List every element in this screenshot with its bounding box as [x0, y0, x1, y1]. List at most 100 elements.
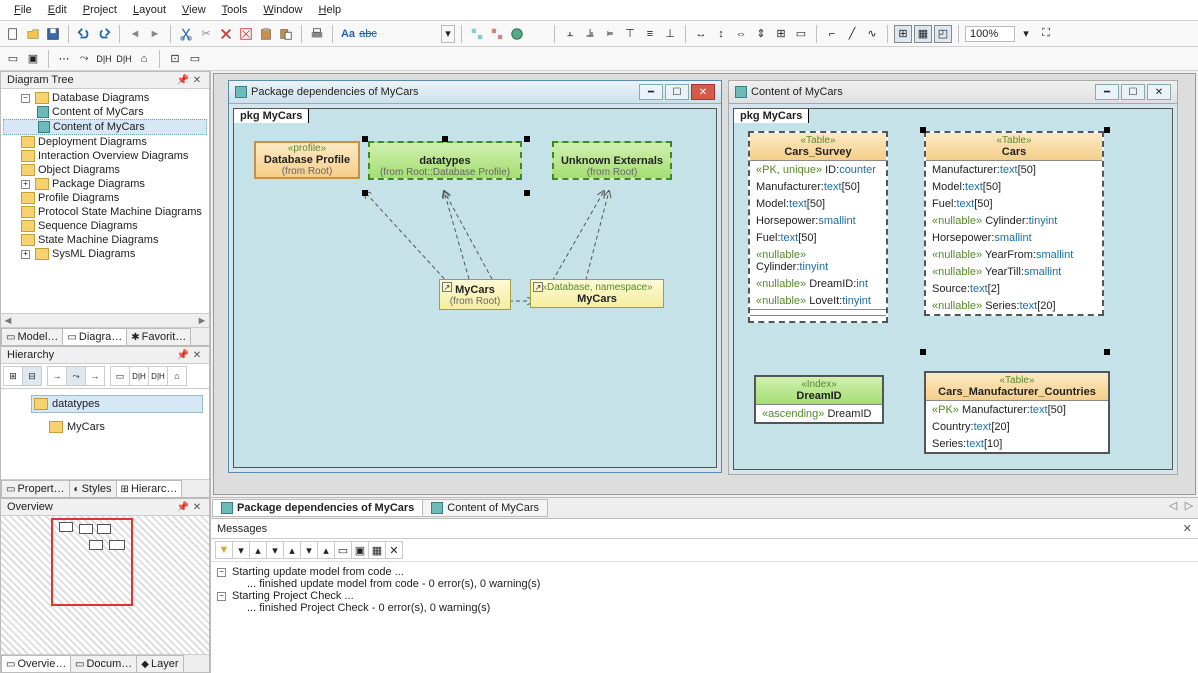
- redo-icon[interactable]: [95, 25, 113, 43]
- tab-hierarchy[interactable]: ⊞ Hierarc…: [116, 480, 183, 497]
- msg-filter-icon[interactable]: ▼: [215, 541, 233, 559]
- copy-icon[interactable]: ✂: [197, 25, 215, 43]
- align-left-icon[interactable]: ⫠: [561, 25, 579, 43]
- close-icon[interactable]: ✕: [191, 349, 203, 361]
- pin-icon[interactable]: 📌: [177, 501, 189, 513]
- hier-btn-7[interactable]: D|H: [129, 366, 149, 386]
- delete-icon[interactable]: [217, 25, 235, 43]
- table-row[interactable]: «PK» Manufacturer:text[50]: [926, 401, 1108, 418]
- collapse-icon[interactable]: −: [217, 568, 226, 577]
- tab-properties[interactable]: ▭ Propert…: [1, 480, 70, 497]
- tab-next-icon[interactable]: ▷: [1181, 499, 1197, 517]
- close-button[interactable]: ✕: [691, 84, 715, 100]
- tree-item[interactable]: Content of MyCars: [53, 121, 145, 133]
- tree-item[interactable]: Protocol State Machine Diagrams: [38, 206, 202, 218]
- tree-item[interactable]: State Machine Diagrams: [38, 234, 158, 246]
- align-right-icon[interactable]: ⫢: [601, 25, 619, 43]
- menu-window[interactable]: Window: [255, 2, 310, 18]
- grid2-icon[interactable]: ▦: [914, 25, 932, 43]
- box-datatypes[interactable]: datatypes (from Root::Database Profile): [368, 141, 522, 180]
- hier-btn-4[interactable]: ⤳: [66, 366, 86, 386]
- table-row[interactable]: «nullable» Cylinder:tinyint: [750, 246, 886, 275]
- msg-btn-10[interactable]: ▦: [368, 541, 386, 559]
- tb2-f-icon[interactable]: D|H: [115, 50, 133, 68]
- diagram-tree[interactable]: −Database Diagrams Content of MyCars Con…: [1, 89, 209, 313]
- tab-docum[interactable]: ▭ Docum…: [70, 655, 137, 672]
- menu-edit[interactable]: Edit: [40, 2, 75, 18]
- selection-handle[interactable]: [920, 127, 926, 133]
- tab-styles[interactable]: ◐ Styles: [69, 480, 117, 497]
- tree-item[interactable]: Interaction Overview Diagrams: [38, 150, 188, 162]
- pin-icon[interactable]: 📌: [177, 74, 189, 86]
- menu-view[interactable]: View: [174, 2, 214, 18]
- tool-a-icon[interactable]: [468, 25, 486, 43]
- tree-item[interactable]: Sequence Diagrams: [38, 220, 138, 232]
- tab-layer[interactable]: ◆ Layer: [136, 655, 183, 672]
- size-h-icon[interactable]: ⇕: [752, 25, 770, 43]
- table-row[interactable]: «PK, unique» ID:counter: [750, 161, 886, 178]
- minimize-button[interactable]: ━: [639, 84, 663, 100]
- messages-body[interactable]: −Starting update model from code ... ...…: [211, 562, 1198, 673]
- tab-overview[interactable]: ▭ Overvie…: [1, 655, 71, 672]
- hier-item-datatypes[interactable]: datatypes: [31, 395, 203, 413]
- tab-prev-icon[interactable]: ◁: [1165, 499, 1181, 517]
- expand-icon[interactable]: +: [21, 180, 30, 189]
- msg-clear-icon[interactable]: ✕: [385, 541, 403, 559]
- tb2-i-icon[interactable]: ▭: [186, 50, 204, 68]
- tb2-a-icon[interactable]: ▭: [4, 50, 22, 68]
- hier-btn-9[interactable]: ⌂: [167, 366, 187, 386]
- hier-btn-2[interactable]: ⊟: [22, 366, 42, 386]
- table-row[interactable]: Model:text[50]: [750, 195, 886, 212]
- close-icon[interactable]: ✕: [191, 501, 203, 513]
- table-row[interactable]: Model:text[50]: [926, 178, 1102, 195]
- window-package-deps[interactable]: Package dependencies of MyCars ━ ☐ ✕ pkg…: [228, 80, 722, 473]
- undo-icon[interactable]: [75, 25, 93, 43]
- close-icon[interactable]: ✕: [1183, 522, 1192, 535]
- align-top-icon[interactable]: ⊤: [621, 25, 639, 43]
- prev-icon[interactable]: ◄: [126, 25, 144, 43]
- doc-tab-content[interactable]: Content of MyCars: [422, 499, 548, 517]
- size-w-icon[interactable]: ⇔: [732, 25, 750, 43]
- tab-diagram[interactable]: ▭ Diagra…: [62, 328, 127, 345]
- tb2-b-icon[interactable]: ▣: [24, 50, 42, 68]
- diagram-canvas[interactable]: pkg MyCars «Table»Cars_Survey «PK, uniqu…: [733, 108, 1173, 470]
- group-icon[interactable]: ▭: [792, 25, 810, 43]
- tree-item[interactable]: Deployment Diagrams: [38, 136, 147, 148]
- table-row[interactable]: Manufacturer:text[50]: [750, 178, 886, 195]
- selection-handle[interactable]: [442, 136, 448, 142]
- msg-btn-3[interactable]: ▴: [249, 541, 267, 559]
- zoom-drop-icon[interactable]: ▾: [1017, 25, 1035, 43]
- tab-favorites[interactable]: ✱ Favorit…: [126, 328, 191, 345]
- expand-icon[interactable]: +: [21, 250, 30, 259]
- selection-handle[interactable]: [524, 136, 530, 142]
- paste-icon[interactable]: [257, 25, 275, 43]
- tb2-c-icon[interactable]: ⋯: [55, 50, 73, 68]
- box-mycars-2[interactable]: ↗ «Database, namespace» MyCars: [530, 279, 664, 308]
- table-row[interactable]: «nullable» YearTill:smallint: [926, 263, 1102, 280]
- cut-icon[interactable]: [177, 25, 195, 43]
- hier-btn-1[interactable]: ⊞: [3, 366, 23, 386]
- hier-btn-8[interactable]: D|H: [148, 366, 168, 386]
- selection-handle[interactable]: [1104, 127, 1110, 133]
- hier-btn-3[interactable]: →: [47, 366, 67, 386]
- table-row[interactable]: Country:text[20]: [926, 418, 1108, 435]
- box-database-profile[interactable]: «profile» Database Profile (from Root): [254, 141, 360, 179]
- tree-item[interactable]: Object Diagrams: [38, 164, 120, 176]
- dist-h-icon[interactable]: ↔: [692, 25, 710, 43]
- overview-canvas[interactable]: [1, 516, 209, 654]
- line3-icon[interactable]: ∿: [863, 25, 881, 43]
- tree-scrollbar[interactable]: ◄►: [1, 313, 209, 327]
- zoom-combo[interactable]: [965, 26, 1015, 42]
- box-mycars-1[interactable]: ↗ MyCars (from Root): [439, 279, 511, 310]
- msg-btn-9[interactable]: ▣: [351, 541, 369, 559]
- collapse-icon[interactable]: −: [21, 94, 30, 103]
- replace-icon[interactable]: abc: [359, 25, 377, 43]
- tb2-g-icon[interactable]: ⌂: [135, 50, 153, 68]
- hier-btn-6[interactable]: ▭: [110, 366, 130, 386]
- msg-btn-7[interactable]: ▴: [317, 541, 335, 559]
- dist-v-icon[interactable]: ↕: [712, 25, 730, 43]
- dropdown-icon[interactable]: ▾: [441, 25, 455, 43]
- table-row[interactable]: «nullable» YearFrom:smallint: [926, 246, 1102, 263]
- grid1-icon[interactable]: ⊞: [894, 25, 912, 43]
- menu-tools[interactable]: Tools: [214, 2, 256, 18]
